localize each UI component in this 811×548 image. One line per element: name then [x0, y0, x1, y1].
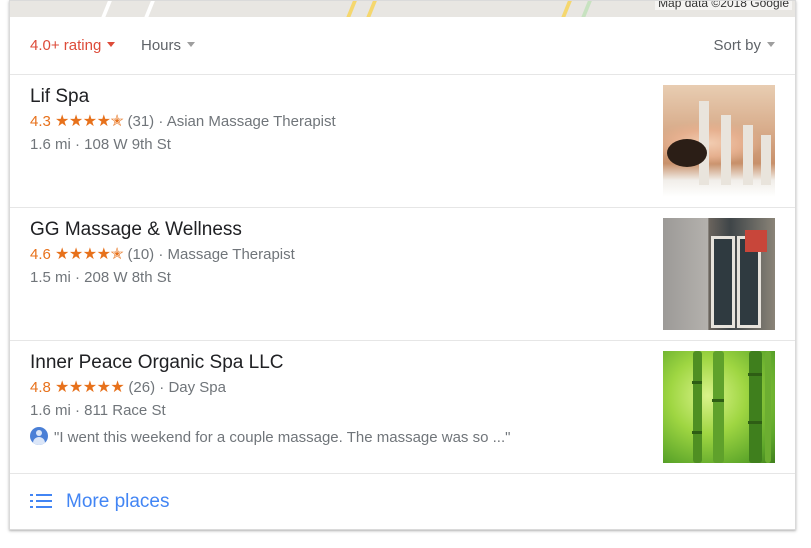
separator: · [159, 379, 165, 396]
separator: · [158, 113, 164, 130]
business-photo[interactable] [663, 351, 775, 463]
sort-by-dropdown[interactable]: Sort by [713, 37, 775, 54]
review-text: "I went this weekend for a couple massag… [54, 429, 511, 446]
photo-detail [761, 135, 771, 185]
business-category: Massage Therapist [167, 246, 295, 263]
caret-down-icon [187, 42, 196, 47]
photo-detail [711, 236, 735, 328]
photo-detail [712, 351, 725, 463]
business-meta: 4.3 ★★★★✭ (31) · Asian Massage Therapist [30, 111, 336, 131]
list-icon-dot [30, 500, 33, 502]
rating-value: 4.6 [30, 246, 51, 263]
business-address: 1.5 mi · 208 W 8th St [30, 269, 171, 286]
star-rating-icon: ★★★★✭ [55, 246, 124, 263]
list-item[interactable]: GG Massage & Wellness 4.6 ★★★★✭ (10) · M… [10, 208, 795, 341]
photo-detail [692, 431, 702, 434]
more-places-label: More places [66, 491, 170, 512]
rating-value: 4.8 [30, 379, 51, 396]
map-credit: Map data ©2018 Google [655, 1, 792, 10]
business-meta: 4.8 ★★★★★ (26) · Day Spa [30, 377, 226, 397]
business-category: Day Spa [168, 379, 226, 396]
map-road [364, 1, 380, 17]
review-count[interactable]: (10) [127, 246, 154, 263]
photo-detail [712, 399, 725, 402]
business-address: 1.6 mi · 108 W 9th St [30, 136, 171, 153]
list-icon-dot [30, 506, 33, 508]
sort-by-label: Sort by [713, 37, 761, 54]
photo-detail [721, 115, 731, 185]
rating-value: 4.3 [30, 113, 51, 130]
photo-detail [748, 421, 763, 424]
business-photo[interactable] [663, 85, 775, 197]
review-count[interactable]: (31) [127, 113, 154, 130]
review-snippet: "I went this weekend for a couple massag… [30, 427, 510, 446]
business-address: 1.6 mi · 811 Race St [30, 402, 166, 419]
photo-detail [748, 373, 763, 376]
list-icon-line [36, 494, 52, 496]
star-rating-icon: ★★★★✭ [55, 113, 124, 130]
map-road [579, 1, 595, 17]
photo-detail [667, 139, 707, 167]
local-results-card: Map data ©2018 Google 4.0+ rating Hours … [9, 0, 796, 530]
map-preview[interactable]: Map data ©2018 Google [10, 1, 795, 17]
hours-filter-dropdown[interactable]: Hours [141, 37, 196, 54]
photo-detail [745, 230, 767, 252]
business-meta: 4.6 ★★★★✭ (10) · Massage Therapist [30, 244, 295, 264]
map-road [559, 1, 575, 17]
business-name[interactable]: GG Massage & Wellness [30, 219, 242, 241]
map-road [99, 1, 115, 17]
hours-filter-label: Hours [141, 37, 182, 54]
photo-detail [765, 351, 771, 463]
map-road [344, 1, 360, 17]
caret-down-icon [767, 42, 775, 47]
photo-detail [748, 351, 763, 463]
business-name[interactable]: Inner Peace Organic Spa LLC [30, 352, 284, 374]
photo-detail [692, 351, 702, 463]
business-category: Asian Massage Therapist [166, 113, 336, 130]
list-item[interactable]: Inner Peace Organic Spa LLC 4.8 ★★★★★ (2… [10, 341, 795, 474]
list-icon-dot [30, 494, 33, 496]
list-icon-line [36, 506, 52, 508]
avatar-icon [30, 427, 48, 445]
caret-down-icon [107, 42, 116, 47]
list-icon [30, 494, 52, 508]
filter-bar: 4.0+ rating Hours Sort by [10, 18, 795, 75]
list-icon-line [36, 500, 52, 502]
star-rating-icon: ★★★★★ [55, 379, 125, 396]
rating-filter-dropdown[interactable]: 4.0+ rating [30, 37, 116, 54]
photo-detail [692, 381, 702, 384]
rating-filter-label: 4.0+ rating [30, 37, 102, 54]
map-road [142, 1, 158, 17]
business-name[interactable]: Lif Spa [30, 86, 89, 108]
business-photo[interactable] [663, 218, 775, 330]
more-places-link[interactable]: More places [10, 474, 795, 530]
list-item[interactable]: Lif Spa 4.3 ★★★★✭ (31) · Asian Massage T… [10, 75, 795, 208]
photo-detail [743, 125, 753, 185]
review-count[interactable]: (26) [128, 379, 155, 396]
separator: · [158, 246, 164, 263]
